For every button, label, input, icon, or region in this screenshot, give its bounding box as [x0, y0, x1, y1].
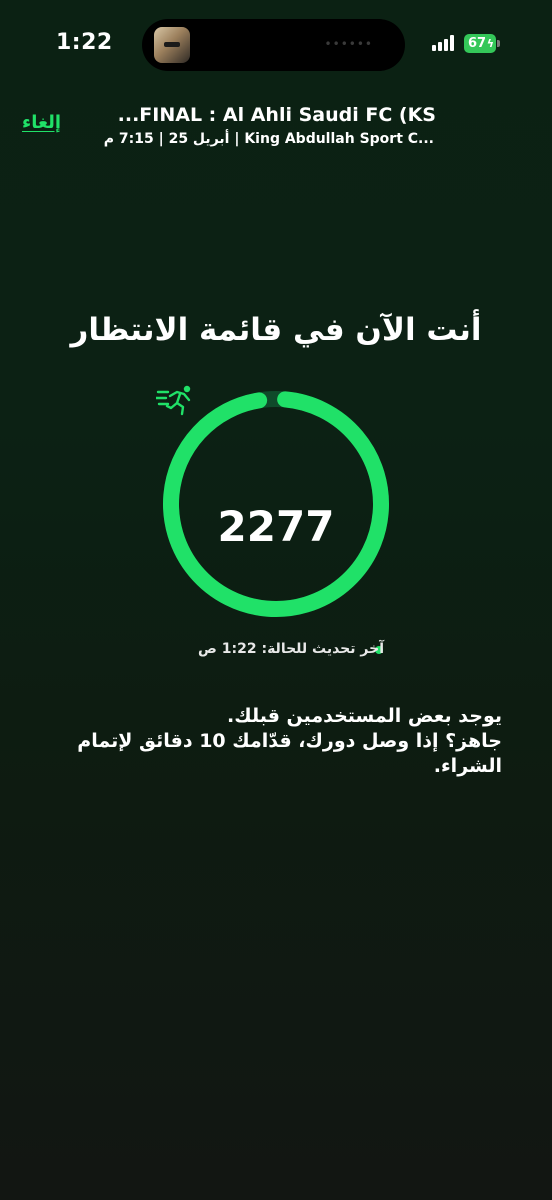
- queue-position-number: 2277: [217, 502, 335, 551]
- queue-message: يوجد بعض المستخدمين قبلك. جاهز؟ إذا وصل …: [42, 704, 502, 779]
- status-time: 1:22: [56, 30, 113, 55]
- live-activity-avatar: [154, 27, 190, 63]
- queue-progress-ring: 2277: [156, 384, 396, 624]
- message-line-1: يوجد بعض المستخدمين قبلك.: [227, 705, 502, 727]
- battery-cap: [497, 40, 500, 47]
- battery-icon: 67 ϟ: [464, 34, 496, 53]
- dynamic-island[interactable]: ••••••: [142, 19, 405, 71]
- last-update-text: آخر تحديث للحالة: 1:22 ص: [198, 641, 384, 657]
- message-line-2: جاهز؟ إذا وصل دورك، قدّامك 10 دقائق لإتم…: [77, 730, 502, 777]
- cellular-signal-icon: [432, 35, 456, 51]
- battery-level: 67: [467, 36, 487, 51]
- event-subtitle: أبريل 25 | 7:15 م | King Abdullah Sport …: [103, 131, 434, 147]
- cancel-link[interactable]: إلغاء: [22, 112, 61, 133]
- live-activity-waveform-icon: ••••••: [324, 37, 373, 51]
- runner-icon: [156, 385, 191, 416]
- queue-heading: أنت الآن في قائمة الانتظار: [70, 312, 482, 348]
- charging-bolt-icon: ϟ: [486, 37, 494, 50]
- event-title: ...FINAL : Al Ahli Saudi FC (KS: [117, 104, 436, 126]
